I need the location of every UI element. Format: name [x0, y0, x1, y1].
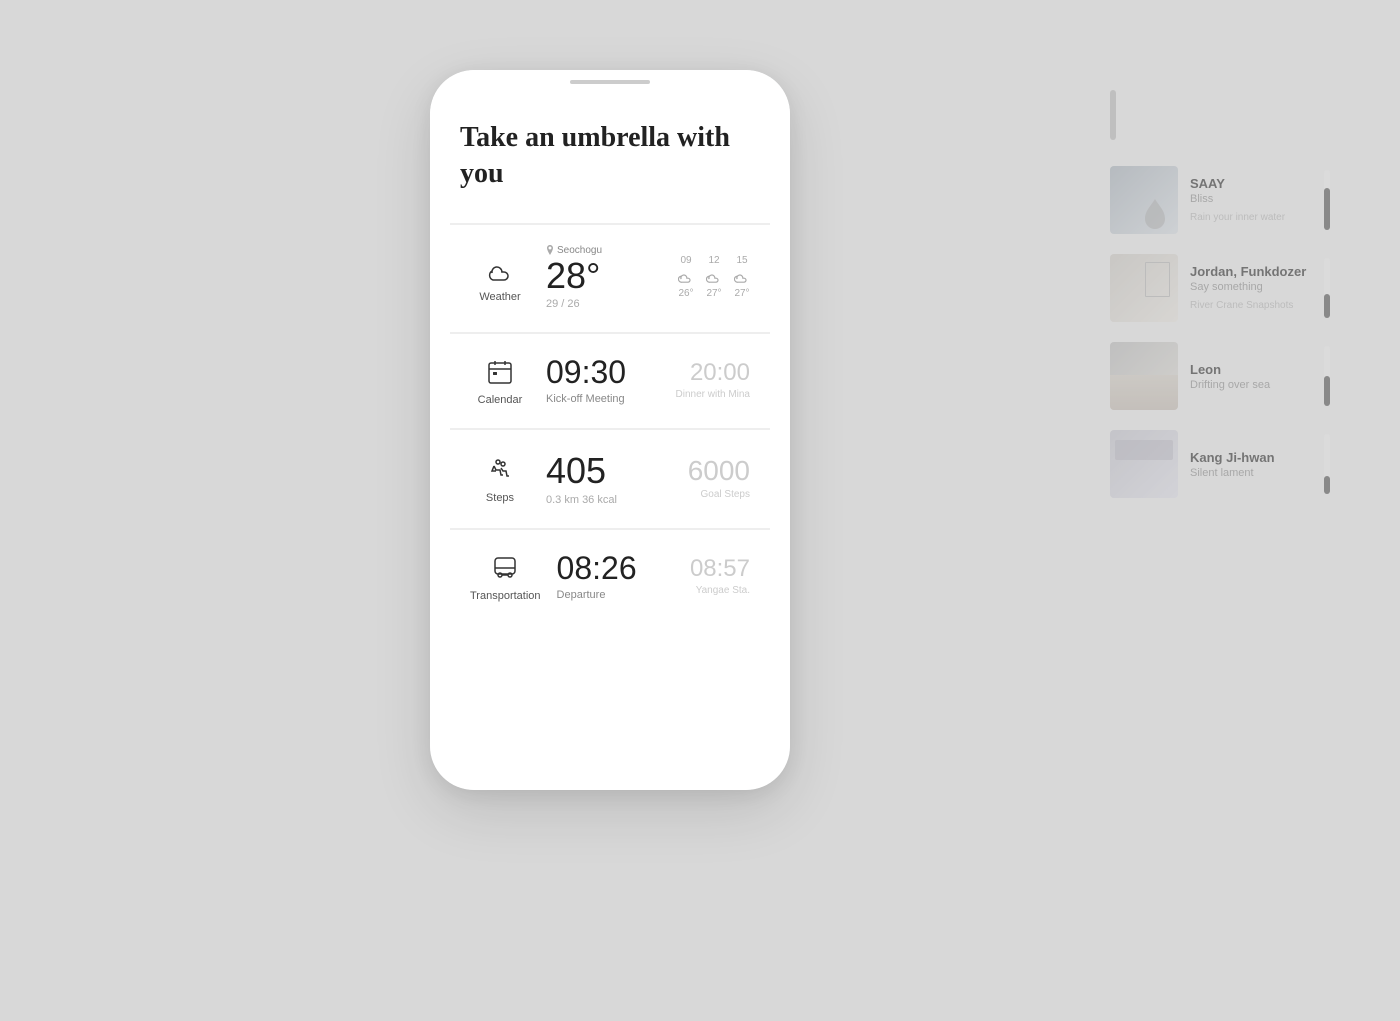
track-artist-1: SAAY [1190, 176, 1312, 191]
forecast-15: 15 27° [734, 255, 750, 299]
playback-bar-3 [1324, 346, 1330, 406]
transportation-card[interactable]: Transportation 08:26 Departure 08:57 Yan… [450, 529, 770, 622]
calendar-card[interactable]: Calendar 09:30 Kick-off Meeting 20:00 Di… [450, 333, 770, 426]
calendar-icon-section: Calendar [470, 354, 530, 406]
transportation-secondary: 08:57 Yangae Sta. [690, 555, 750, 596]
forecast-cloud-icon-2 [706, 269, 722, 285]
track-info-1: SAAY Bliss Rain your inner water [1190, 176, 1312, 225]
weather-range: 29 / 26 [546, 298, 668, 310]
calendar-label: Calendar [478, 394, 523, 406]
main-title: Take an umbrella with you [460, 120, 760, 193]
transportation-label: Transportation [470, 590, 541, 602]
transportation-primary: 08:26 Departure [557, 550, 680, 601]
steps-label: Steps [486, 492, 514, 504]
weather-content: Seochogu 28° 29 / 26 09 [546, 245, 750, 310]
steps-goal-number: 6000 [688, 455, 750, 487]
playback-bar-1 [1324, 170, 1330, 230]
steps-detail: 0.3 km 36 kcal [546, 494, 678, 506]
calendar-secondary: 20:00 Dinner with Mina [676, 359, 750, 400]
forecast-09: 09 26° [678, 255, 694, 299]
track-artist-4: Kang Ji-hwan [1190, 450, 1312, 465]
phone-screen[interactable]: Take an umbrella with you Weather [430, 70, 790, 790]
forecast-temp-2: 27° [706, 288, 721, 299]
transportation-icon-section: Transportation [470, 550, 541, 602]
header-section: Take an umbrella with you [430, 70, 790, 223]
track-thumb-4 [1110, 430, 1178, 498]
forecast-hour-2: 12 [708, 255, 719, 266]
track-1[interactable]: SAAY Bliss Rain your inner water [1110, 166, 1330, 234]
track-album-3: Drifting over sea [1190, 379, 1312, 391]
track-3[interactable]: Leon Drifting over sea [1110, 342, 1330, 410]
weather-primary: Seochogu 28° 29 / 26 [546, 245, 668, 310]
calendar-icon [482, 354, 518, 390]
forecast-temp-3: 27° [734, 288, 749, 299]
weather-card[interactable]: Weather Seochogu 28° 29 / 26 [450, 224, 770, 330]
track-thumb-1 [1110, 166, 1178, 234]
track-2[interactable]: Jordan, Funkdozer Say something River Cr… [1110, 254, 1330, 322]
calendar-primary-time: 09:30 [546, 354, 666, 391]
steps-goal-label: Goal Steps [688, 489, 750, 500]
track-info-4: Kang Ji-hwan Silent lament [1190, 450, 1312, 479]
steps-content: 405 0.3 km 36 kcal 6000 Goal Steps [546, 450, 750, 506]
track-info-3: Leon Drifting over sea [1190, 362, 1312, 391]
steps-goal-section: 6000 Goal Steps [688, 455, 750, 500]
transportation-departure-label: Departure [557, 589, 680, 601]
forecast-temp-1: 26° [678, 288, 693, 299]
transportation-arrival-time: 08:57 [690, 555, 750, 583]
weather-temperature: 28° [546, 258, 668, 294]
calendar-secondary-event: Dinner with Mina [676, 389, 750, 400]
forecast-cloud-icon-3 [734, 269, 750, 285]
calendar-content: 09:30 Kick-off Meeting 20:00 Dinner with… [546, 354, 750, 405]
track-desc-1: Rain your inner water [1190, 211, 1312, 225]
calendar-secondary-time: 20:00 [676, 359, 750, 387]
steps-icon-section: Steps [470, 452, 530, 504]
phone-notch [570, 80, 650, 84]
playback-bar-2 [1324, 258, 1330, 318]
playback-fill-3 [1324, 376, 1330, 406]
track-thumb-3 [1110, 342, 1178, 410]
playback-bar-4 [1324, 434, 1330, 494]
track-artist-3: Leon [1190, 362, 1312, 377]
right-panel: SAAY Bliss Rain your inner water Jordan,… [1110, 90, 1330, 498]
transportation-icon [487, 550, 523, 586]
track-album-2: Say something [1190, 281, 1312, 293]
track-album-4: Silent lament [1190, 467, 1312, 479]
transportation-departure-time: 08:26 [557, 550, 680, 587]
track-4[interactable]: Kang Ji-hwan Silent lament [1110, 430, 1330, 498]
track-album-1: Bliss [1190, 193, 1312, 205]
transportation-content: 08:26 Departure 08:57 Yangae Sta. [557, 550, 750, 601]
phone-mockup: Take an umbrella with you Weather [430, 70, 790, 790]
calendar-primary-event: Kick-off Meeting [546, 393, 666, 405]
forecast-hour-1: 09 [680, 255, 691, 266]
steps-count: 405 [546, 450, 678, 492]
steps-primary: 405 0.3 km 36 kcal [546, 450, 678, 506]
playback-fill-1 [1324, 188, 1330, 230]
calendar-primary: 09:30 Kick-off Meeting [546, 354, 666, 405]
weather-forecast: 09 26° 12 [678, 255, 750, 299]
playback-fill-4 [1324, 476, 1330, 494]
forecast-cloud-icon-1 [678, 269, 694, 285]
scene: Take an umbrella with you Weather [0, 0, 1400, 1021]
weather-label: Weather [479, 291, 520, 303]
steps-icon [482, 452, 518, 488]
weather-icon [482, 251, 518, 287]
weather-icon-section: Weather [470, 251, 530, 303]
transportation-destination: Yangae Sta. [690, 585, 750, 596]
track-desc-2: River Crane Snapshots [1190, 299, 1312, 313]
track-info-2: Jordan, Funkdozer Say something River Cr… [1190, 264, 1312, 313]
steps-card[interactable]: Steps 405 0.3 km 36 kcal 6000 Goal Steps [450, 429, 770, 526]
playback-fill-2 [1324, 294, 1330, 318]
track-thumb-2 [1110, 254, 1178, 322]
track-artist-2: Jordan, Funkdozer [1190, 264, 1312, 279]
forecast-12: 12 27° [706, 255, 722, 299]
forecast-hour-3: 15 [736, 255, 747, 266]
